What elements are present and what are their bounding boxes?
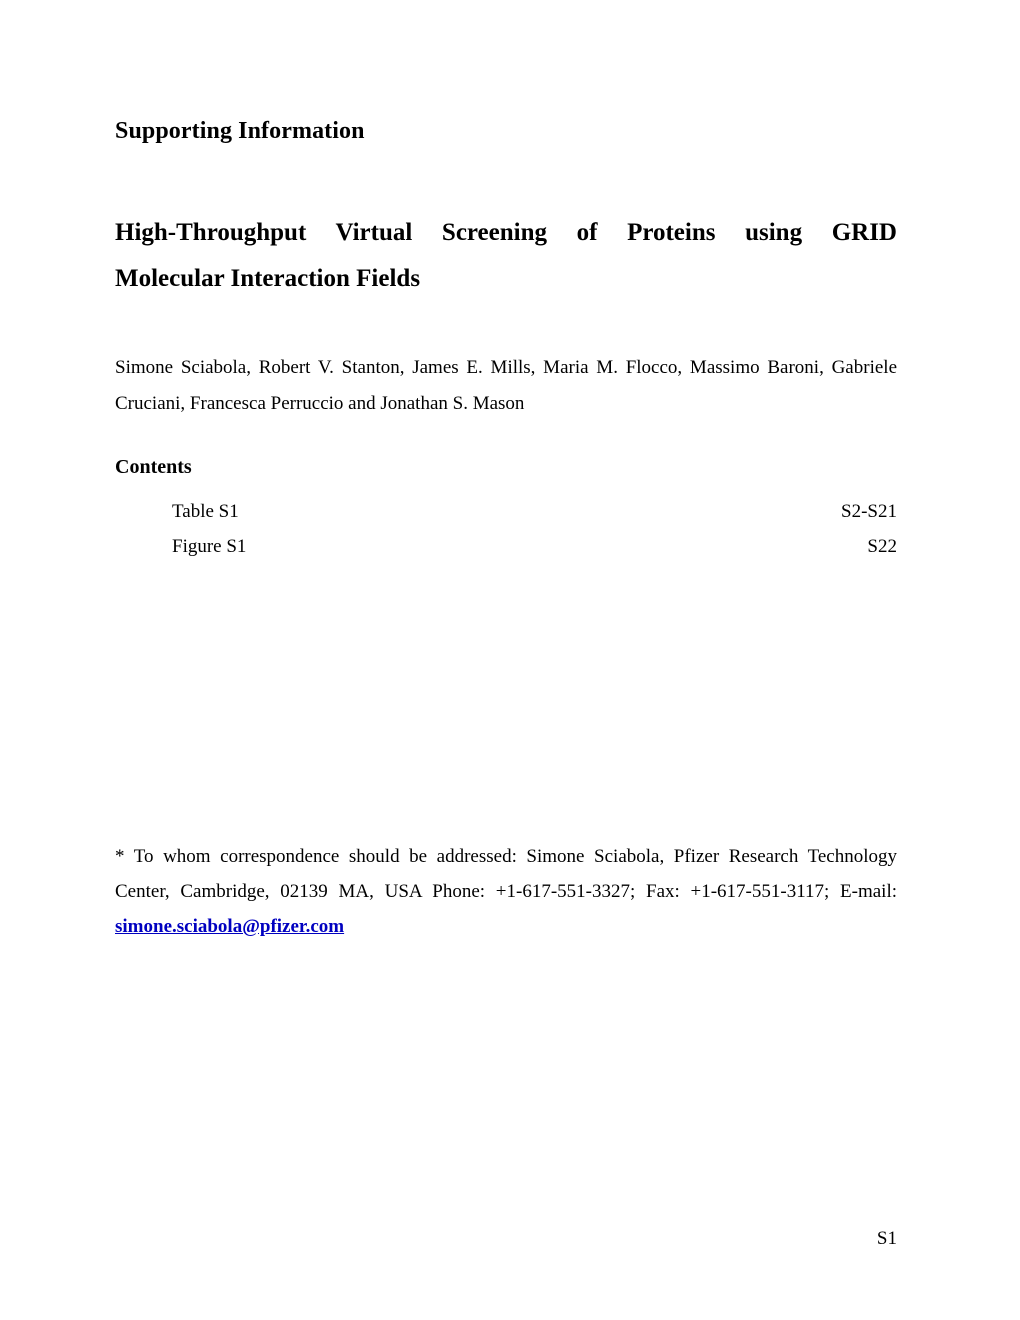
correspondence-footnote: * To whom correspondence should be addre… — [115, 839, 897, 944]
footnote-line-3: simone.sciabola@pfizer.com — [115, 909, 897, 944]
page-title-line-1: High-Throughput Virtual Screening of Pro… — [115, 219, 897, 246]
page-title-line-2: Molecular Interaction Fields — [115, 265, 421, 292]
supporting-information-heading: Supporting Information — [115, 118, 365, 144]
author-list-line-1: Simone Sciabola, Robert V. Stanton, Jame… — [115, 357, 897, 378]
footnote-line-1: * To whom correspondence should be addre… — [115, 846, 897, 867]
contents-list: Table S1 S2-S21 Figure S1 S22 — [172, 494, 897, 564]
contents-entry-table-s1: Table S1 S2-S21 — [172, 494, 897, 529]
author-list-line-2: Cruciani, Francesca Perruccio and Jonath… — [115, 393, 525, 414]
contents-entry-label: Figure S1 — [172, 536, 247, 557]
email-link[interactable]: simone.sciabola@pfizer.com — [115, 916, 344, 937]
contents-entry-figure-s1: Figure S1 S22 — [172, 529, 897, 564]
author-list: Simone Sciabola, Robert V. Stanton, Jame… — [115, 350, 897, 422]
footnote-line-2: Center, Cambridge, 02139 MA, USA Phone: … — [115, 881, 897, 902]
document-page: Supporting Information High-Throughput V… — [0, 0, 1020, 1320]
contents-entry-pages: S2-S21 — [841, 501, 897, 522]
page-number: S1 — [876, 1228, 897, 1249]
page-title: High-Throughput Virtual Screening of Pro… — [115, 210, 897, 302]
contents-entry-label: Table S1 — [172, 501, 239, 522]
contents-entry-pages: S22 — [867, 536, 897, 557]
contents-heading: Contents — [115, 456, 192, 478]
